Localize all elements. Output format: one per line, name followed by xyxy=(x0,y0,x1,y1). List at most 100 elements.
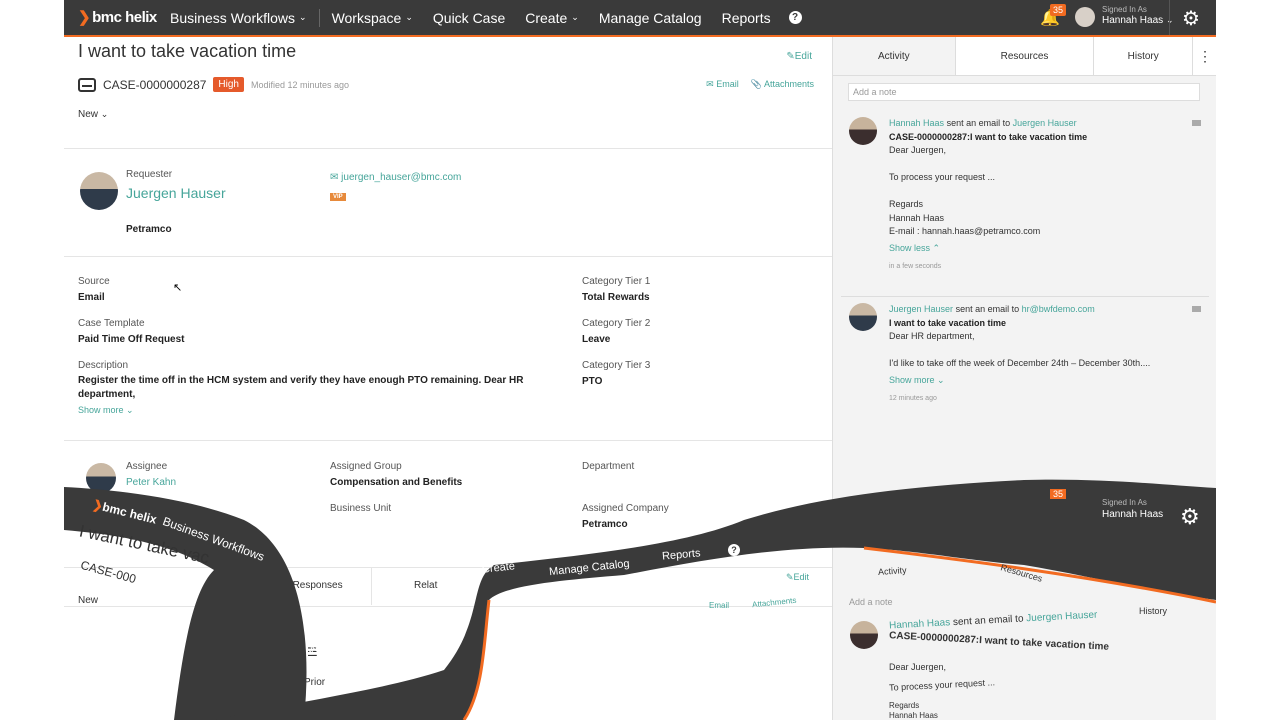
pencil-icon: ✎ xyxy=(786,51,795,62)
right-margin xyxy=(1216,0,1280,720)
tab-related[interactable]: Relat xyxy=(414,580,437,591)
requester-email-link[interactable]: ✉ juergen_hauser@bmc.com xyxy=(330,172,461,183)
case-template-label: Case Template xyxy=(78,318,145,329)
email-line: Dear HR department, xyxy=(889,331,975,341)
category-tier-1-value: Total Rewards xyxy=(582,292,650,303)
email-icon xyxy=(1192,306,1201,312)
activity-body: Juergen Hauser sent an email to hr@bwfde… xyxy=(889,303,1189,406)
column-priority[interactable]: Prior xyxy=(304,677,325,688)
modified-timestamp: Modified 12 minutes ago xyxy=(251,79,350,90)
case-header-row: CASE-0000000287 High Modified 12 minutes… xyxy=(78,77,349,92)
tab-divider xyxy=(371,568,372,605)
email-subject: I want to take vacation time xyxy=(889,317,1007,328)
department-label: Department xyxy=(582,461,635,472)
divider xyxy=(64,440,832,441)
recipient-link[interactable]: Juergen Hauser xyxy=(1013,118,1077,128)
case-briefcase-icon xyxy=(78,77,96,92)
category-tier-3-label: Category Tier 3 xyxy=(582,360,651,371)
assigned-group-value: Compensation and Benefits xyxy=(330,477,463,488)
chevron-down-icon: ⌄ xyxy=(285,648,293,658)
category-tier-1-label: Category Tier 1 xyxy=(582,276,651,287)
chevron-down-icon: ⌄ xyxy=(299,12,307,22)
case-id: CASE-0000000287 xyxy=(103,77,207,92)
show-more-link[interactable]: Show more ⌄ xyxy=(78,405,134,416)
category-tier-2-value: Leave xyxy=(582,334,611,345)
bmc-helix-logo[interactable]: ❯ bmc helix xyxy=(78,8,157,26)
more-options-icon[interactable]: ⋮ xyxy=(1192,37,1217,75)
attachments-link[interactable]: 📎 Attachments xyxy=(751,79,814,90)
sender-link[interactable]: Hannah Haas xyxy=(889,118,944,128)
nav-create[interactable]: Create ⌄ xyxy=(515,10,589,26)
requester-name-link[interactable]: Juergen Hauser xyxy=(126,185,226,201)
divider xyxy=(64,148,832,149)
business-unit-label: Business Unit xyxy=(330,503,392,514)
assigned-company-label: Assigned Company xyxy=(582,503,669,514)
assignee-photo xyxy=(86,463,116,493)
activity-body: Hannah Haas sent an email to Juergen Hau… xyxy=(889,117,1189,274)
case-detail-main: I want to take vacation time ✎Edit CASE-… xyxy=(64,37,832,720)
user-menu[interactable]: Hannah Haas ⌄ xyxy=(1102,15,1173,26)
assignee-label: Assignee xyxy=(126,461,168,472)
assignee-name-link[interactable]: Peter Kahn xyxy=(126,477,176,488)
email-line xyxy=(889,185,1189,199)
vip-badge: VIP xyxy=(330,193,346,201)
sender-link[interactable]: Juergen Hauser xyxy=(889,304,953,314)
main-nav: Business Workflows ⌄ Workspace ⌄ Quick Cas… xyxy=(160,0,802,35)
topbar-divider xyxy=(1169,0,1170,35)
envelope-icon: ✉ xyxy=(330,172,339,183)
email-line: Dear Juergen, xyxy=(889,145,947,155)
activity-timestamp: 12 minutes ago xyxy=(889,395,937,402)
add-task-link[interactable]: Task xyxy=(276,615,299,627)
add-note-input[interactable]: Add a note xyxy=(848,83,1200,101)
avatar xyxy=(849,303,877,331)
user-avatar[interactable] xyxy=(1075,7,1095,27)
tab-activity[interactable]: Activity xyxy=(833,37,955,75)
lower-tab-strip xyxy=(64,567,832,607)
requester-photo xyxy=(80,172,118,210)
nav-reports[interactable]: Reports xyxy=(712,10,781,26)
gear-icon[interactable]: ⚙ xyxy=(1182,6,1200,31)
status-dropdown[interactable]: New ⌄ xyxy=(78,109,108,120)
chevron-down-icon: ⌄ xyxy=(126,405,134,415)
nav-manage-catalog[interactable]: Manage Catalog xyxy=(589,10,712,26)
bmc-logo-icon: ❯ xyxy=(78,9,91,26)
tab-responses[interactable]: er's Responses xyxy=(274,580,343,591)
chevron-down-icon: ⌄ xyxy=(100,109,109,119)
description-label: Description xyxy=(78,360,129,371)
chevron-down-icon: ⌄ xyxy=(405,12,413,22)
envelope-icon: ✉ xyxy=(706,79,714,89)
tab-history[interactable]: History xyxy=(1093,37,1193,75)
mouse-cursor-icon: ↖ xyxy=(173,282,183,294)
help-icon[interactable]: ? xyxy=(788,11,802,24)
activity-entry: Juergen Hauser sent an email to hr@bwfde… xyxy=(849,303,1201,433)
email-subject: CASE-0000000287:I want to take vacation … xyxy=(889,131,1088,142)
case-title: I want to take vacation time xyxy=(78,41,297,61)
column-company[interactable]: pany xyxy=(222,677,244,688)
list-view-icon[interactable]: ☰ xyxy=(307,645,318,659)
filter-button[interactable]: Filter ⌄ xyxy=(260,648,293,659)
top-navigation-bar: ❯ bmc helix Business Workflows ⌄ Workspace… xyxy=(64,0,1216,37)
nav-business-workflows[interactable]: Business Workflows ⌄ xyxy=(160,10,317,26)
nav-workspace[interactable]: Workspace ⌄ xyxy=(322,10,423,26)
signed-in-label: Signed In As xyxy=(1102,5,1147,14)
recipient-link[interactable]: hr@bwfdemo.com xyxy=(1022,304,1095,314)
source-value: Email xyxy=(78,292,105,303)
show-less-link[interactable]: Show less ⌃ xyxy=(889,242,1189,256)
edit-link[interactable]: ✎Edit xyxy=(786,51,812,62)
email-line xyxy=(889,158,1189,172)
nav-divider xyxy=(318,8,320,27)
paperclip-icon: 📎 xyxy=(750,79,762,89)
notification-count-badge: 35 xyxy=(1050,4,1067,16)
nav-quick-case[interactable]: Quick Case xyxy=(423,10,515,26)
chevron-down-icon: ⌄ xyxy=(571,12,579,22)
activity-timestamp: in a few seconds xyxy=(889,263,942,270)
tab-resources[interactable]: Resources xyxy=(954,37,1094,75)
email-link[interactable]: ✉ Email xyxy=(706,79,739,90)
chevron-up-icon: ⌃ xyxy=(932,242,941,253)
show-more-link[interactable]: Show more ⌄ xyxy=(889,374,1189,388)
email-line: I'd like to take off the week of Decembe… xyxy=(889,358,1151,368)
panel-tabs: Activity Resources History ⋮ xyxy=(833,37,1217,76)
category-tier-2-label: Category Tier 2 xyxy=(582,318,651,329)
assigned-company-value: Petramco xyxy=(582,519,628,530)
chevron-down-icon: ⌄ xyxy=(937,374,945,385)
